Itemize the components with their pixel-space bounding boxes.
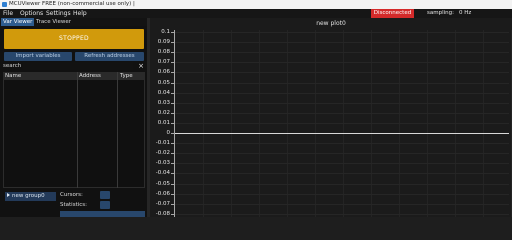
y-tick-mark [171,133,174,134]
column-header-type[interactable]: Type [120,72,133,80]
play-icon [7,193,10,197]
variable-table-body[interactable] [3,80,145,188]
y-tick-label: -0.04 [155,170,170,176]
refresh-addresses-button[interactable]: Refresh addresses [75,52,144,61]
y-tick-mark [171,184,174,185]
search-input[interactable] [23,62,133,70]
y-tick-label: 0.03 [157,100,170,106]
y-tick-label: -0.05 [155,181,170,187]
column-divider[interactable] [77,72,78,188]
y-tick-label: -0.01 [155,140,170,146]
new-group-label: new group0 [12,193,45,199]
statistics-label: Statistics: [60,202,87,208]
y-tick-label: -0.06 [155,191,170,197]
y-tick-mark [171,143,174,144]
search-row: search × [0,62,147,70]
sampling-label: sampling: [427,10,454,16]
close-icon[interactable]: × [137,62,145,70]
y-tick-mark [171,72,174,73]
search-label: search [3,63,22,69]
y-tick-label: 0.06 [157,69,170,75]
plot-title: new plot0 [316,20,346,27]
y-tick-mark [171,52,174,53]
y-tick-mark [171,103,174,104]
column-divider[interactable] [117,72,118,188]
y-tick-label: -0.03 [155,160,170,166]
y-tick-label: 0.02 [157,110,170,116]
y-tick-mark [171,83,174,84]
title-bar: MCUViewer FREE (non-commercial use only)… [0,0,512,9]
sampling-value: 0 Hz [459,10,472,16]
app-icon [2,2,7,7]
y-tick-mark [171,173,174,174]
viewer-tabs: Var Viewer Trace Viewer [0,18,147,26]
y-tick-label: 0.09 [157,39,170,45]
y-tick-label: 0.01 [157,120,170,126]
y-tick-mark [171,153,174,154]
variable-table-header: Name Address Type [3,72,145,80]
new-group-button[interactable]: new group0 [5,192,56,201]
y-tick-label: 0.1 [161,29,170,35]
plot-axis [174,30,509,217]
menu-settings[interactable]: Settings [46,9,71,18]
y-tick-label: -0.07 [155,201,170,207]
tab-var-viewer[interactable]: Var Viewer [1,18,35,26]
bottom-panel-button[interactable] [60,211,145,217]
statistics-toggle[interactable] [100,201,110,209]
import-variables-button[interactable]: Import variables [4,52,72,61]
menu-options[interactable]: Options [20,9,43,18]
tab-trace-viewer[interactable]: Trace Viewer [34,18,73,26]
column-header-address[interactable]: Address [79,72,101,80]
y-tick-label: -0.08 [155,211,170,217]
y-tick-mark [171,194,174,195]
y-tick-label: -0.02 [155,150,170,156]
column-header-name[interactable]: Name [5,72,21,80]
window-title: MCUViewer FREE (non-commercial use only)… [9,1,135,7]
y-tick-label: 0.07 [157,59,170,65]
y-tick-mark [171,163,174,164]
y-tick-label: 0.04 [157,90,170,96]
menu-file[interactable]: File [3,9,13,18]
y-tick-label: 0.05 [157,80,170,86]
y-tick-mark [171,62,174,63]
y-tick-mark [171,123,174,124]
y-tick-mark [171,214,174,215]
menu-help[interactable]: Help [73,9,87,18]
cursors-toggle[interactable] [100,191,110,199]
y-tick-mark [171,93,174,94]
y-tick-label: 0.08 [157,49,170,55]
y-tick-mark [171,113,174,114]
y-tick-mark [171,42,174,43]
stop-button[interactable]: STOPPED [4,29,144,49]
y-tick-mark [171,204,174,205]
cursors-label: Cursors: [60,192,83,198]
connection-status-badge: Disconnected [371,9,414,18]
y-tick-mark [171,32,174,33]
menu-bar: File Options Settings Help sampling: 0 H… [0,9,512,18]
y-tick-label: 0 [166,130,171,136]
